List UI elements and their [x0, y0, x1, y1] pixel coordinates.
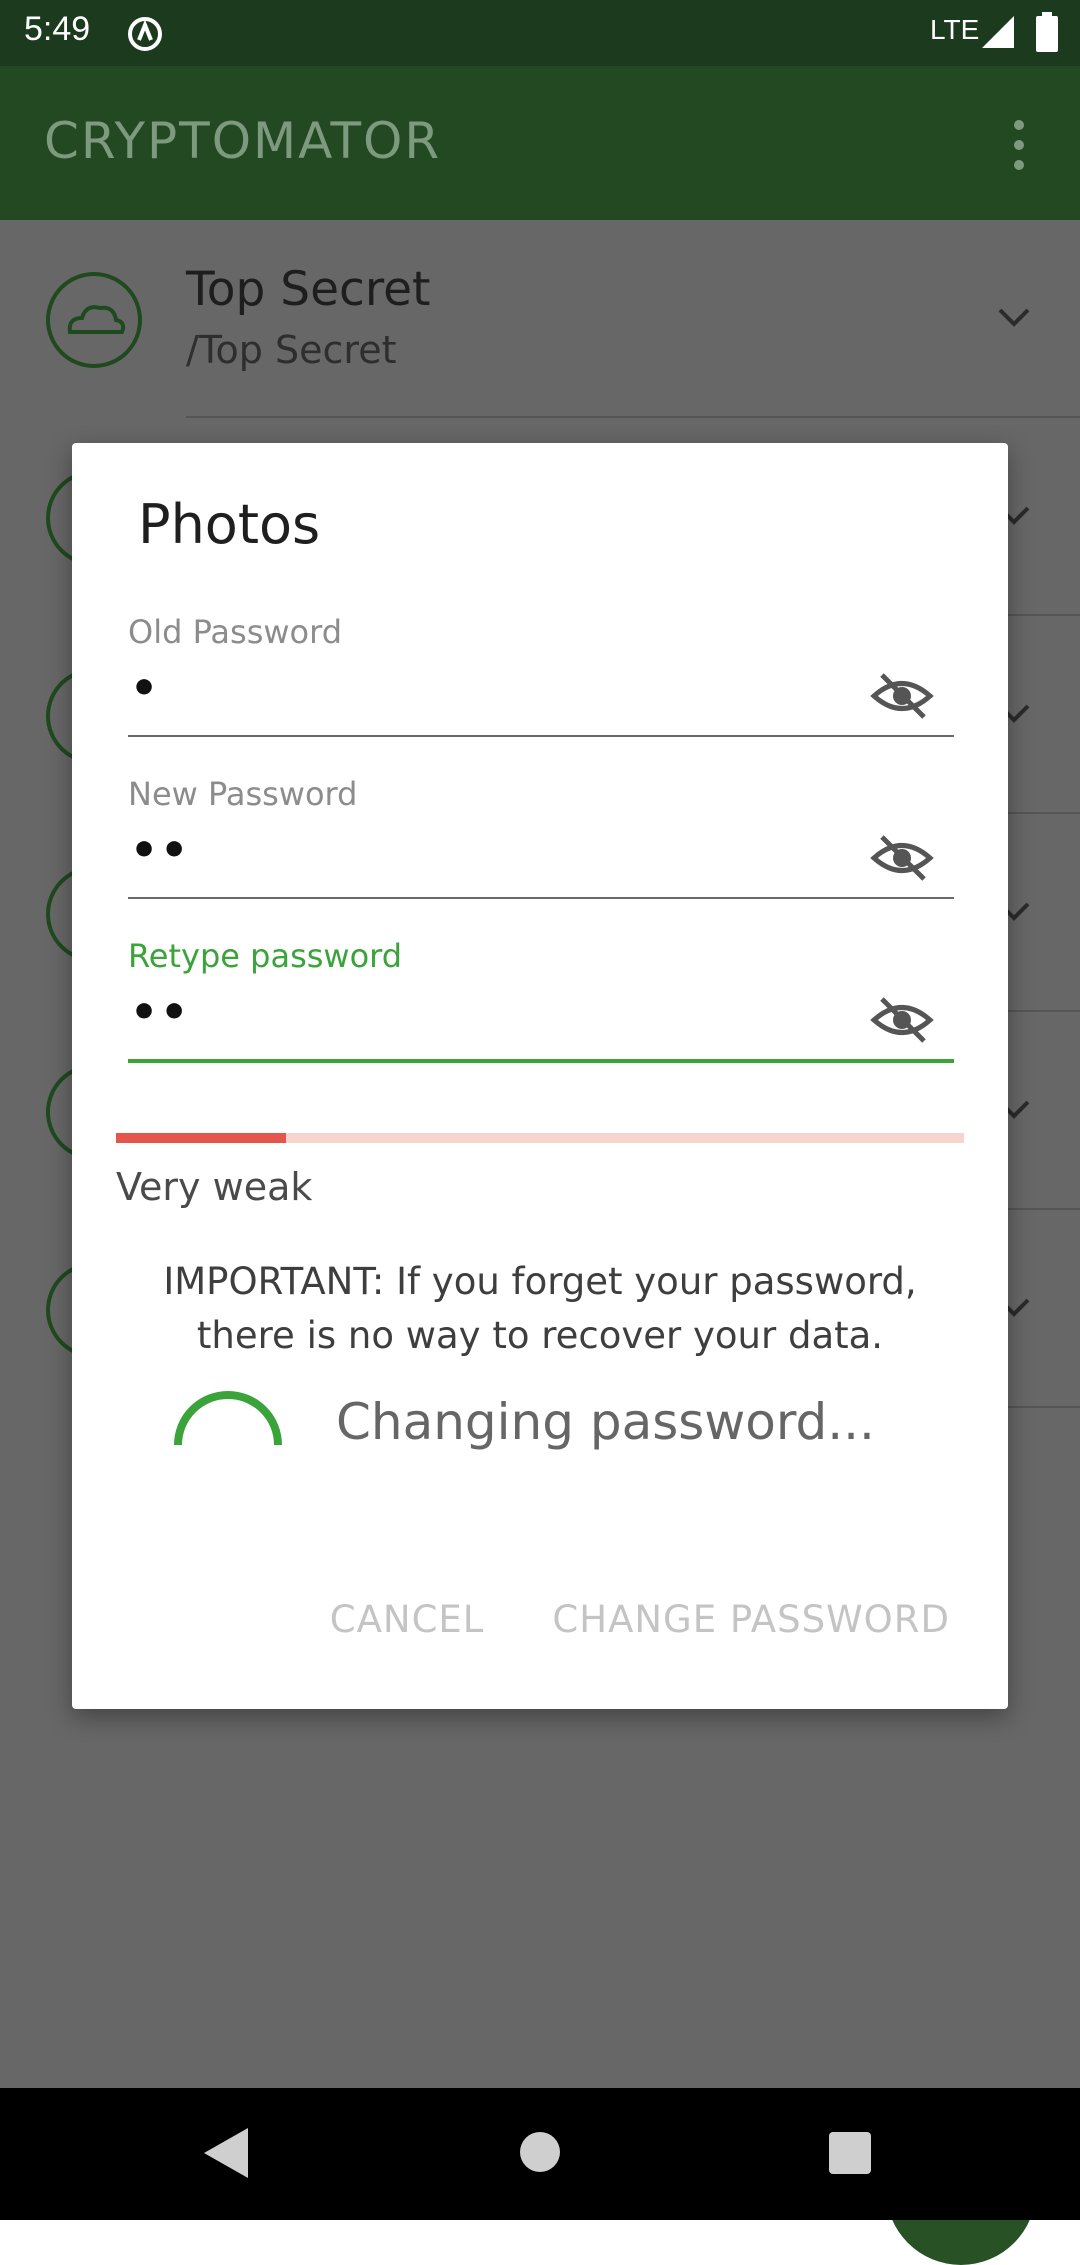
new-password-label: New Password — [128, 775, 358, 813]
home-icon[interactable] — [520, 2132, 560, 2172]
vault-name: Top Secret — [186, 262, 431, 317]
cloud-icon — [46, 272, 142, 368]
visibility-off-icon[interactable] — [870, 671, 934, 721]
retype-password-label: Retype password — [128, 937, 403, 975]
visibility-off-icon[interactable] — [870, 833, 934, 883]
change-password-dialog: Photos Old Password • New Password •• Re… — [72, 443, 1008, 1709]
app-title: CRYPTOMATOR — [44, 112, 442, 170]
network-type: LTE — [930, 14, 980, 45]
progress-spinner-icon — [174, 1391, 282, 1446]
password-strength-fill — [116, 1133, 286, 1143]
status-time: 5:49 — [24, 10, 91, 48]
progress-text: Changing password... — [336, 1393, 875, 1451]
retype-password-underline — [128, 1059, 954, 1063]
change-password-button[interactable]: CHANGE PASSWORD — [552, 1598, 950, 1641]
password-strength-bar — [116, 1133, 964, 1143]
app-bar: CRYPTOMATOR — [0, 66, 1080, 220]
old-password-label: Old Password — [128, 613, 343, 651]
dialog-actions: CANCEL CHANGE PASSWORD — [330, 1598, 950, 1641]
password-strength-label: Very weak — [116, 1165, 313, 1209]
battery-icon — [1036, 12, 1058, 52]
old-password-input[interactable]: • — [130, 663, 160, 714]
new-password-input[interactable]: •• — [130, 825, 190, 876]
app-notification-icon — [128, 17, 162, 51]
status-bar: 5:49 LTE — [0, 0, 1080, 66]
new-password-underline — [128, 897, 954, 899]
vault-path: /Top Secret — [186, 328, 397, 372]
overflow-menu-icon[interactable] — [1004, 118, 1034, 172]
back-icon[interactable] — [204, 2128, 248, 2178]
recents-icon[interactable] — [829, 2132, 871, 2174]
signal-icon — [982, 16, 1014, 48]
cancel-button[interactable]: CANCEL — [330, 1598, 485, 1641]
warning-text: IMPORTANT: If you forget your password, … — [163, 1260, 917, 1357]
navigation-bar — [0, 2088, 1080, 2220]
vault-row[interactable]: Top Secret /Top Secret — [0, 220, 1080, 418]
visibility-off-icon[interactable] — [870, 995, 934, 1045]
chevron-down-icon[interactable] — [994, 302, 1034, 332]
retype-password-input[interactable]: •• — [130, 987, 190, 1038]
dialog-title: Photos — [138, 493, 321, 556]
old-password-underline — [128, 735, 954, 737]
